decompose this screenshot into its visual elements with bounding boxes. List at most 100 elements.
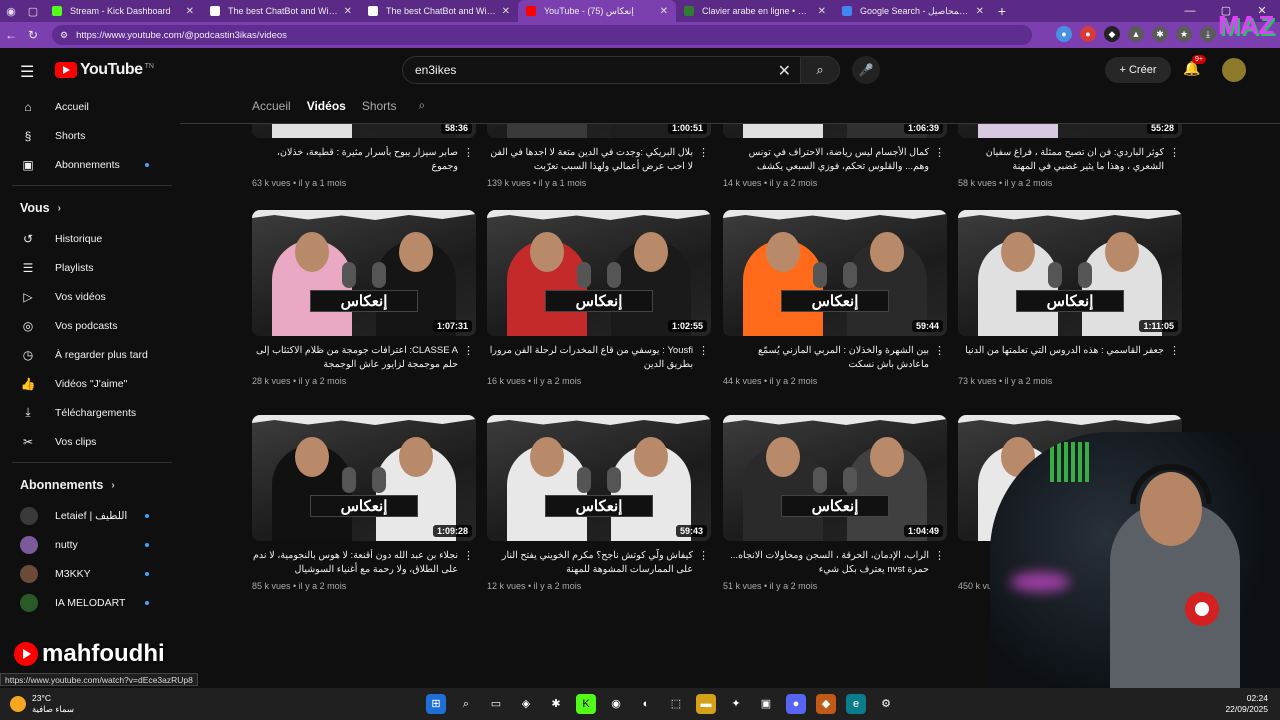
app-icon[interactable]: ◈ [516, 694, 536, 714]
video-thumbnail[interactable]: إنعكاس 1:04:49 [723, 415, 947, 541]
video-card[interactable]: إنعكاس 1:09:28 نجلاء بن عبد الله دون أقنعة… [252, 415, 476, 591]
channel-search-icon[interactable]: ⌕ [419, 98, 426, 113]
youtube-logo[interactable]: YouTube TN [55, 61, 154, 79]
more-options-icon[interactable]: ⋮ [698, 146, 709, 159]
app-icon[interactable]: ◐ [636, 694, 656, 714]
video-thumbnail[interactable]: إنعكاس 59:43 [487, 415, 711, 541]
more-options-icon[interactable]: ⋮ [698, 344, 709, 357]
back-icon[interactable]: ← [0, 28, 22, 42]
browser-tab[interactable]: Clavier arabe en ligne • Lexilogos ✕ [676, 0, 834, 22]
sidebar-item[interactable]: ◎ Vos podcasts [0, 311, 180, 340]
tab-actions-icon[interactable]: ▢ [22, 0, 44, 22]
video-thumbnail[interactable]: إنعكاس 1:02:55 [487, 210, 711, 336]
browser-tab[interactable]: The best ChatBot and Widge ✕ [202, 0, 360, 22]
avatar[interactable] [1222, 58, 1246, 82]
menu-icon[interactable]: ☰ [20, 62, 34, 82]
video-thumbnail[interactable]: إنعكاس 1:09:28 [252, 415, 476, 541]
more-options-icon[interactable]: ⋮ [698, 549, 709, 562]
sidebar-item[interactable]: ◷ À regarder plus tard [0, 340, 180, 369]
video-thumbnail[interactable]: إنعكاس1:00:51 [487, 124, 711, 138]
extension-icon[interactable]: ▲ [1128, 26, 1144, 42]
clear-search-icon[interactable]: ✕ [778, 61, 791, 81]
extension-icon[interactable]: ● [1056, 26, 1072, 42]
sidebar-subs-heading[interactable]: Abonnements › [0, 469, 180, 501]
video-card[interactable]: إنعكاس 59:43 كيفاش ولّي كوتش ناجح؟ مكرم ال… [487, 415, 711, 591]
minimize-button[interactable]: — [1172, 0, 1208, 22]
video-thumbnail[interactable]: إنعكاس55:28 [958, 124, 1182, 138]
windows-start-icon[interactable]: ⊞ [426, 694, 446, 714]
site-info-icon[interactable]: ⚙ [60, 30, 68, 41]
voice-search-button[interactable]: 🎤 [852, 56, 880, 84]
app-icon[interactable]: ⬚ [666, 694, 686, 714]
video-card[interactable]: إنعكاس 1:11:05 جعفر القاسمي : هذه الدروس ا… [958, 210, 1182, 386]
discord-icon[interactable]: ● [786, 694, 806, 714]
browser-tab[interactable]: Google Search - دوائر المحاصيل ✕ [834, 0, 992, 22]
folder-icon[interactable]: ▬ [696, 694, 716, 714]
more-options-icon[interactable]: ⋮ [463, 344, 474, 357]
video-card[interactable]: إنعكاس 1:04:49 الراب، الإدمان، الحرقة ، ال… [723, 415, 947, 591]
video-title[interactable]: CLASSE A: اعترافات جومجة من ظلام الاكتئا… [252, 344, 458, 372]
reload-icon[interactable]: ↻ [22, 28, 44, 42]
extensions-puzzle-icon[interactable]: ✱ [1152, 26, 1168, 42]
video-title[interactable]: جعفر القاسمي : هذه الدروس التي تعلمتها م… [958, 344, 1164, 372]
extension-icon[interactable]: ◆ [1104, 26, 1120, 42]
search-button[interactable]: ⌕ [800, 56, 840, 84]
close-tab-icon[interactable]: ✕ [344, 6, 352, 17]
close-tab-icon[interactable]: ✕ [660, 6, 668, 17]
create-button[interactable]: + Créer [1105, 57, 1171, 83]
more-options-icon[interactable]: ⋮ [934, 146, 945, 159]
tab-videos[interactable]: Vidéos [307, 99, 346, 113]
more-options-icon[interactable]: ⋮ [463, 549, 474, 562]
subscription-item[interactable]: Letaief | اللطيف [0, 501, 180, 530]
sidebar-item[interactable]: ⌂ Accueil [0, 92, 180, 121]
task-view-icon[interactable]: ▭ [486, 694, 506, 714]
profile-icon[interactable]: ◉ [0, 0, 22, 22]
video-thumbnail[interactable]: إنعكاس1:06:39 [723, 124, 947, 138]
video-card[interactable]: إنعكاس58:36 صابر سيزار يبوح بأسرار مثيرة … [252, 124, 476, 188]
favorites-icon[interactable]: ★ [1176, 26, 1192, 42]
video-title[interactable]: كوثر الباردي: فن ان تصبح ممثلة ، فراغ سف… [958, 146, 1164, 174]
browser-tab[interactable]: The best ChatBot and Widgets fo ✕ [360, 0, 518, 22]
browser-tab[interactable]: YouTube - إنعكاس (75) ✕ [518, 0, 676, 22]
app-icon[interactable]: ◆ [816, 694, 836, 714]
subscription-item[interactable]: nutty [0, 530, 180, 559]
video-title[interactable]: كيفاش ولّي كوتش ناجح؟ مكرم الخويني يفتح … [487, 549, 693, 577]
close-tab-icon[interactable]: ✕ [976, 6, 984, 17]
search-input[interactable]: en3ikes ✕ [402, 56, 802, 84]
app-icon[interactable]: ▣ [756, 694, 776, 714]
extension-icon[interactable]: ● [1080, 26, 1096, 42]
video-card[interactable]: إنعكاس 1:07:31 CLASSE A: اعترافات جومجة من… [252, 210, 476, 386]
video-card[interactable]: إنعكاس 59:44 بين الشهرة والخذلان : المربي … [723, 210, 947, 386]
url-field[interactable]: ⚙ https://www.youtube.com/@podcastin3ika… [52, 25, 1032, 45]
new-tab-button[interactable]: + [992, 3, 1012, 19]
search-icon[interactable]: ⌕ [456, 694, 476, 714]
weather-widget[interactable]: 23°C سماء صافية [10, 693, 74, 715]
close-tab-icon[interactable]: ✕ [818, 6, 826, 17]
more-options-icon[interactable]: ⋮ [1169, 146, 1180, 159]
video-thumbnail[interactable]: إنعكاس 1:07:31 [252, 210, 476, 336]
close-tab-icon[interactable]: ✕ [186, 6, 194, 17]
video-title[interactable]: كمال الأجسام ليس رياضة، الاحتراف في تونس… [723, 146, 929, 174]
subscription-item[interactable]: IA MELODART [0, 588, 180, 617]
app-icon[interactable]: ⚙ [876, 694, 896, 714]
sidebar-item[interactable]: ✂ Vos clips [0, 427, 180, 456]
video-card[interactable]: إنعكاس1:06:39 كمال الأجسام ليس رياضة، الا… [723, 124, 947, 188]
video-thumbnail[interactable]: إنعكاس58:36 [252, 124, 476, 138]
video-card[interactable]: إنعكاس1:00:51 بلال البريكي :وجدت في الدين… [487, 124, 711, 188]
subscription-item[interactable]: M3KKY [0, 559, 180, 588]
video-title[interactable]: Yousfi : يوسفي من قاع المخدرات لرحلة الف… [487, 344, 693, 372]
sidebar-item[interactable]: ▷ Vos vidéos [0, 282, 180, 311]
video-title[interactable]: صابر سيزار يبوح بأسرار مثيرة : قطيعة، خذ… [252, 146, 458, 174]
sidebar-item[interactable]: ▣ Abonnements [0, 150, 180, 179]
sidebar-item[interactable]: 👍 Vidéos "J'aime" [0, 369, 180, 398]
download-icon[interactable]: ⤓ [1200, 26, 1216, 42]
video-card[interactable]: إنعكاس 1:02:55 Yousfi : يوسفي من قاع المخد… [487, 210, 711, 386]
sidebar-item[interactable]: § Shorts [0, 121, 180, 150]
video-card[interactable]: إنعكاس55:28 كوثر الباردي: فن ان تصبح ممثل… [958, 124, 1182, 188]
sidebar-item[interactable]: ☰ Playlists [0, 253, 180, 282]
more-options-icon[interactable]: ⋮ [1169, 344, 1180, 357]
edge-icon[interactable]: e [846, 694, 866, 714]
video-thumbnail[interactable]: إنعكاس 59:44 [723, 210, 947, 336]
video-thumbnail[interactable]: إنعكاس 1:11:05 [958, 210, 1182, 336]
notifications-button[interactable]: 🔔 9+ [1183, 55, 1206, 77]
